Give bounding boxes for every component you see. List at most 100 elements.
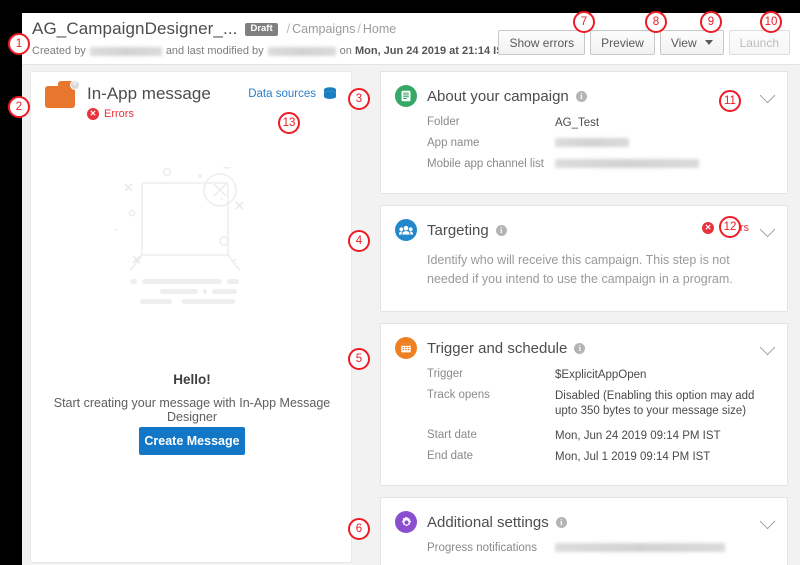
chevron-down-icon[interactable] — [759, 221, 776, 238]
card-description: Identify who will receive this campaign.… — [427, 253, 733, 286]
card-title: About your campaign — [427, 87, 569, 105]
annotation-marker-3: 3 — [348, 88, 370, 110]
annotation-marker-10: 10 — [760, 11, 782, 33]
campaign-summary-cards: About your campaign i Folder AG_Test App… — [380, 71, 788, 565]
annotation-marker-5: 5 — [348, 348, 370, 370]
annotation-marker-9: 9 — [700, 11, 722, 33]
message-preview-panel: ✕ In-App message ✕ Errors Data sources H… — [30, 71, 352, 563]
card-header: Targeting i ✕ Errors — [395, 219, 776, 241]
annotation-marker-13: 13 — [278, 112, 300, 134]
annotation-marker-6: 6 — [348, 518, 370, 540]
redacted-value — [555, 159, 699, 168]
icon-error-badge-icon: ✕ — [70, 80, 80, 90]
database-icon — [324, 87, 336, 99]
message-errors-indicator[interactable]: ✕ Errors — [87, 108, 134, 120]
table-row: Progress notifications — [427, 542, 773, 557]
people-group-icon — [395, 219, 417, 241]
row-key: App name — [427, 137, 480, 149]
info-icon[interactable]: i — [575, 90, 587, 102]
row-key: Track opens — [427, 389, 490, 401]
launch-button[interactable]: Launch — [728, 30, 790, 55]
body-area: ✕ In-App message ✕ Errors Data sources H… — [22, 65, 800, 565]
meta-timestamp: Mon, Jun 24 2019 at 21:14 IST — [354, 45, 511, 57]
meta-modified-label: and last modified by — [165, 45, 264, 57]
row-key: Mobile app channel list — [427, 158, 544, 170]
row-value: Disabled (Enabling this option may add u… — [555, 390, 755, 417]
chevron-down-icon[interactable] — [759, 339, 776, 356]
row-value: Mon, Jun 24 2019 09:14 PM IST — [555, 430, 721, 442]
create-message-button[interactable]: Create Message — [139, 427, 245, 455]
card-title: Targeting — [427, 221, 489, 239]
error-x-icon: ✕ — [87, 108, 99, 120]
info-icon[interactable]: i — [555, 516, 567, 528]
gear-icon — [395, 511, 417, 533]
annotation-marker-7: 7 — [573, 11, 595, 33]
redacted-value — [555, 543, 725, 552]
empty-state-illustration — [114, 167, 244, 304]
header-actions: Show errors Preview View Launch — [493, 30, 790, 55]
table-row: End date Mon, Jul 1 2019 09:14 PM IST — [427, 450, 773, 465]
application-window: AG_CampaignDesigner_... Draft / Campaigns… — [22, 13, 800, 565]
row-value: $ExplicitAppOpen — [555, 369, 647, 381]
table-row: Track opens Disabled (Enabling this opti… — [427, 389, 773, 419]
view-dropdown-button[interactable]: View — [659, 30, 724, 55]
annotation-marker-11: 11 — [719, 90, 741, 112]
view-label: View — [670, 35, 697, 50]
screenshot-root: AG_CampaignDesigner_... Draft / Campaigns… — [0, 0, 800, 565]
in-app-message-icon: ✕ — [45, 80, 80, 108]
redacted-value — [555, 138, 629, 147]
row-key: Progress notifications — [427, 542, 537, 554]
page-header: AG_CampaignDesigner_... Draft / Campaigns… — [22, 13, 800, 65]
breadcrumb-home[interactable]: Home — [363, 22, 396, 36]
modifier-name-redacted — [267, 46, 336, 56]
annotation-marker-4: 4 — [348, 230, 370, 252]
row-key: Folder — [427, 116, 460, 128]
row-value — [555, 158, 773, 173]
annotation-marker-12: 12 — [719, 216, 741, 238]
table-row: Mobile app channel list — [427, 158, 773, 173]
data-sources-label: Data sources — [248, 87, 316, 100]
document-icon — [395, 85, 417, 107]
chevron-down-icon[interactable] — [759, 87, 776, 104]
row-value: Mon, Jul 1 2019 09:14 PM IST — [555, 451, 711, 463]
page-title: AG_CampaignDesigner_... — [32, 19, 238, 38]
table-row: Start date Mon, Jun 24 2019 09:14 PM IST — [427, 429, 773, 444]
breadcrumb-campaigns[interactable]: Campaigns — [292, 22, 355, 36]
campaign-meta: Created by and last modified by on Mon, … — [32, 45, 510, 57]
annotation-marker-2: 2 — [8, 96, 30, 118]
message-errors-label: Errors — [104, 108, 134, 120]
table-row: Folder AG_Test — [427, 116, 773, 131]
status-badge: Draft — [245, 22, 278, 36]
card-title: Trigger and schedule — [427, 339, 568, 357]
card-rows: Progress notifications — [395, 542, 773, 557]
data-sources-link[interactable]: Data sources — [248, 87, 337, 100]
annotation-marker-8: 8 — [645, 11, 667, 33]
breadcrumb-separator-2: / — [357, 22, 361, 36]
show-errors-button[interactable]: Show errors — [498, 30, 586, 55]
message-panel-title: In-App message — [87, 84, 211, 103]
info-icon[interactable]: i — [495, 224, 507, 236]
annotation-marker-1: 1 — [8, 33, 30, 55]
row-value — [555, 542, 773, 557]
row-value: AG_Test — [555, 117, 600, 129]
card-title: Additional settings — [427, 513, 549, 531]
empty-state-heading: Hello! — [173, 372, 211, 387]
meta-created-by-label: Created by — [32, 45, 86, 57]
card-rows: Trigger $ExplicitAppOpen Track opens Dis… — [395, 368, 773, 465]
row-value — [555, 137, 773, 152]
breadcrumb: / Campaigns / Home — [285, 22, 397, 36]
info-icon[interactable]: i — [574, 342, 586, 354]
calendar-grid-icon — [395, 337, 417, 359]
row-key: Trigger — [427, 368, 463, 380]
preview-button[interactable]: Preview — [590, 30, 655, 55]
chevron-down-icon[interactable] — [759, 513, 776, 530]
row-key: End date — [427, 450, 474, 462]
empty-state-subtext: Start creating your message with In-App … — [53, 396, 331, 424]
creator-name-redacted — [89, 46, 162, 56]
card-rows: Folder AG_Test App name Mobile app chann… — [395, 116, 773, 173]
chevron-down-icon — [704, 40, 713, 45]
breadcrumb-separator-1: / — [286, 22, 291, 36]
card-header: Trigger and schedule i — [395, 337, 776, 359]
card-additional-settings: Additional settings i Progress notificat… — [380, 497, 788, 565]
title-row: AG_CampaignDesigner_... Draft / Campaigns… — [32, 19, 396, 39]
